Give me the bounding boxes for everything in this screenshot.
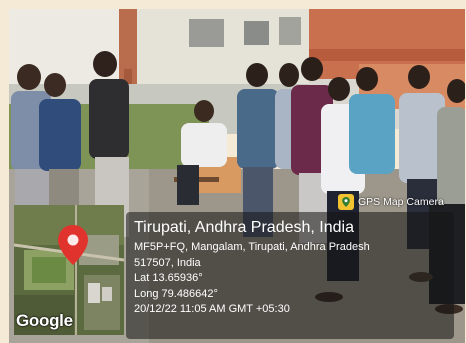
location-pin-icon: [58, 225, 88, 265]
image-frame: Google GPS Map Camera Tirupati, Andhra P…: [0, 0, 466, 343]
gps-map-camera-icon: [338, 194, 354, 210]
address-line-2: 517507, India: [134, 256, 201, 269]
gps-map-camera-label: GPS Map Camera: [358, 196, 444, 208]
location-info-panel: Tirupati, Andhra Pradesh, India MF5P+FQ,…: [126, 212, 454, 339]
location-title: Tirupati, Andhra Pradesh, India: [134, 219, 354, 236]
latitude-text: Lat 13.65936°: [134, 272, 203, 284]
timestamp-text: 20/12/22 11:05 AM GMT +05:30: [134, 303, 290, 315]
google-watermark: Google: [16, 311, 73, 330]
longitude-text: Long 79.486642°: [134, 287, 218, 300]
gps-map-camera-badge: GPS Map Camera: [338, 192, 444, 212]
map-thumbnail: Google: [14, 205, 124, 335]
address-line-1: MF5P+FQ, Mangalam, Tirupati, Andhra Prad…: [134, 241, 370, 253]
